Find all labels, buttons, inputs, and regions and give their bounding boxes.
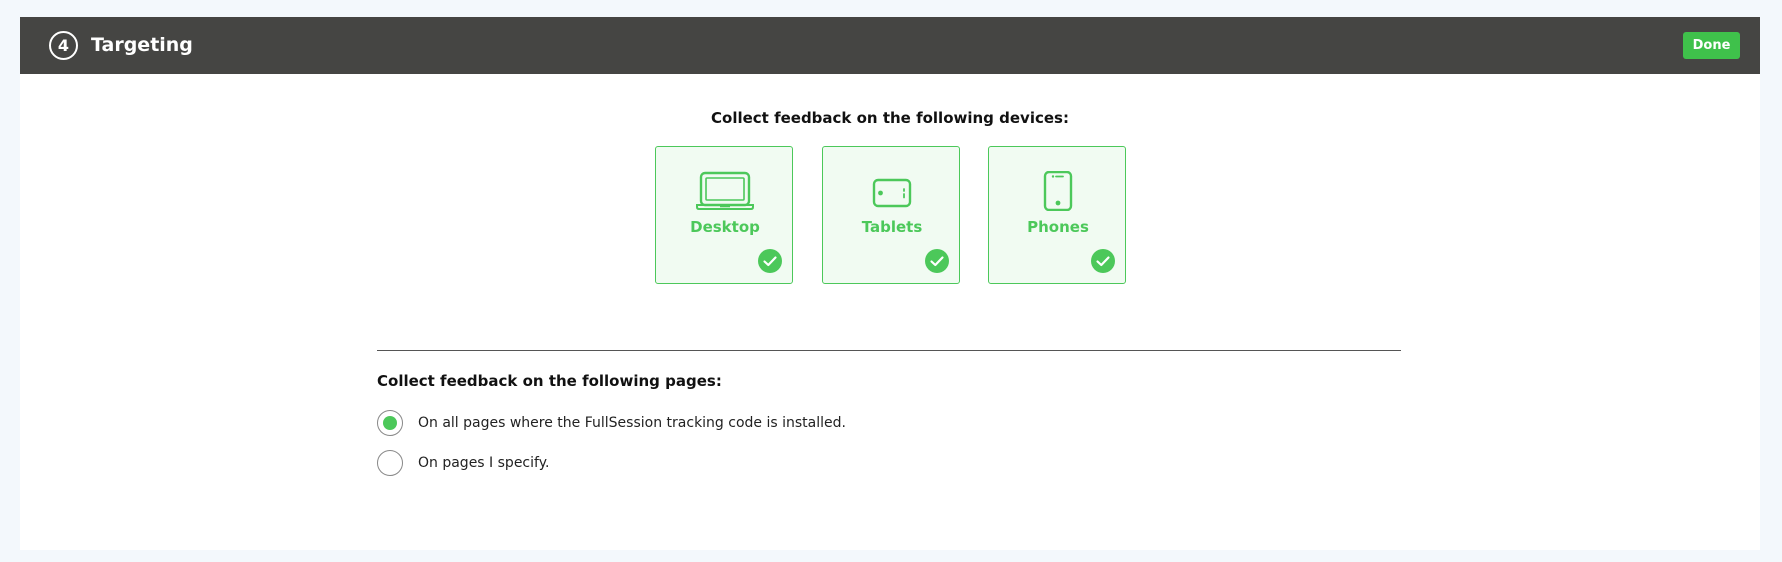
radio-label-specified-pages: On pages I specify. (418, 455, 550, 471)
laptop-icon (656, 171, 794, 213)
section-title: Targeting (91, 34, 193, 56)
tablet-icon (823, 171, 961, 213)
device-label-phones: Phones (1027, 218, 1089, 236)
device-label-tablets: Tablets (861, 218, 923, 236)
check-icon (758, 249, 782, 273)
devices-heading: Collect feedback on the following device… (711, 109, 1069, 127)
radio-selected-dot (383, 416, 397, 430)
radio-option-all-pages[interactable]: On all pages where the FullSession track… (377, 410, 977, 436)
targeting-panel: 4 Targeting Done Collect feedback on the… (20, 17, 1760, 550)
device-label-desktop: Desktop (690, 218, 760, 236)
check-icon (1091, 249, 1115, 273)
device-card-phones[interactable]: Phones (988, 146, 1126, 284)
radio-button[interactable] (377, 450, 403, 476)
radio-label-all-pages: On all pages where the FullSession track… (418, 415, 846, 431)
device-card-tablets[interactable]: Tablets (822, 146, 960, 284)
phone-icon (989, 171, 1127, 213)
done-button[interactable]: Done (1683, 32, 1740, 59)
radio-option-specified-pages[interactable]: On pages I specify. (377, 450, 977, 476)
section-header: 4 Targeting Done (20, 17, 1760, 74)
radio-button[interactable] (377, 410, 403, 436)
section-divider (377, 350, 1401, 351)
check-icon (925, 249, 949, 273)
step-number-badge: 4 (49, 31, 78, 60)
device-card-desktop[interactable]: Desktop (655, 146, 793, 284)
pages-heading: Collect feedback on the following pages: (377, 372, 722, 390)
